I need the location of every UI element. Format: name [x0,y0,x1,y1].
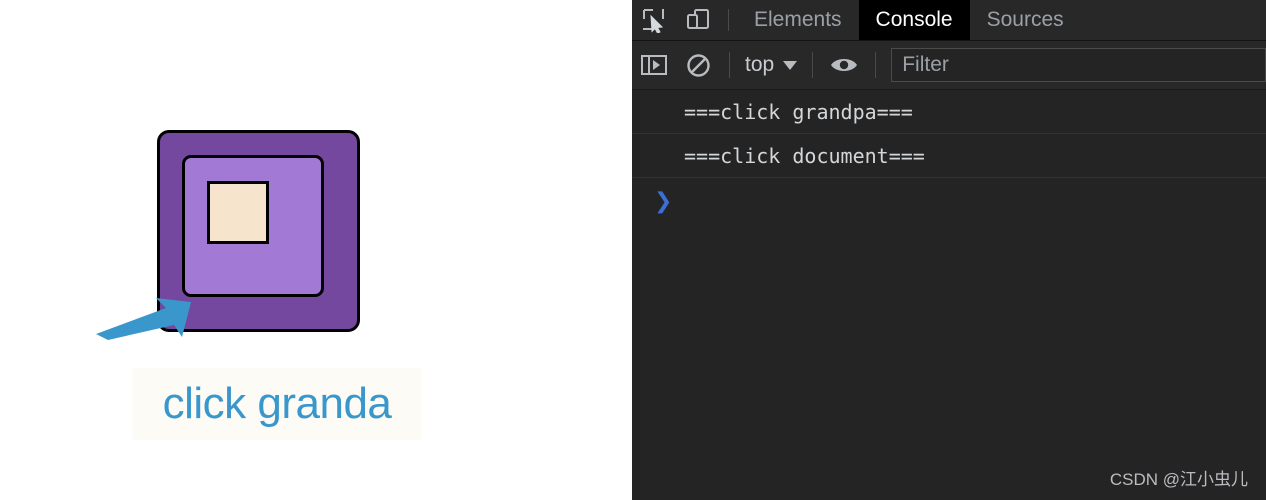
device-toolbar-icon[interactable] [676,0,720,40]
filter-input[interactable]: Filter [891,48,1266,82]
toolbar-divider-3 [875,52,877,78]
chevron-down-icon [783,60,798,70]
execution-context-select[interactable]: top [739,53,803,77]
csdn-watermark: CSDN @江小虫儿 [1109,470,1248,489]
live-expression-eye-icon[interactable] [822,54,866,76]
box-parent[interactable] [182,155,324,297]
console-toolbar: top Filter [632,41,1266,90]
toolbar-divider-1 [729,52,730,78]
console-message-list: ===click grandpa=== ===click document===… [632,90,1266,500]
box-grandpa[interactable] [157,130,360,332]
tab-sources[interactable]: Sources [970,0,1081,40]
devtools-tabbar: Elements Console Sources [632,0,1266,41]
console-message-row[interactable]: ===click document=== [632,134,1266,178]
console-prompt-row[interactable]: ❯ [632,178,1266,224]
clear-console-icon[interactable] [676,53,720,78]
devtools-panel: Elements Console Sources top Filter ===c… [632,0,1266,500]
execution-context-label: top [745,53,775,76]
console-message-text: ===click grandpa=== [684,99,913,124]
prompt-chevron-icon: ❯ [654,188,673,214]
demo-page-area: click granda [0,0,632,500]
console-message-row[interactable]: ===click grandpa=== [632,90,1266,134]
box-child[interactable] [207,181,269,244]
tabbar-divider [728,9,729,31]
tab-console[interactable]: Console [858,0,970,40]
console-message-text: ===click document=== [684,143,925,168]
callout-label-text: click granda [162,379,392,428]
filter-placeholder: Filter [902,53,949,76]
toolbar-divider-2 [812,52,814,78]
inspect-element-icon[interactable] [632,0,676,40]
tab-elements[interactable]: Elements [737,0,859,40]
console-sidebar-icon[interactable] [632,53,676,77]
callout-label: click granda [133,368,421,440]
